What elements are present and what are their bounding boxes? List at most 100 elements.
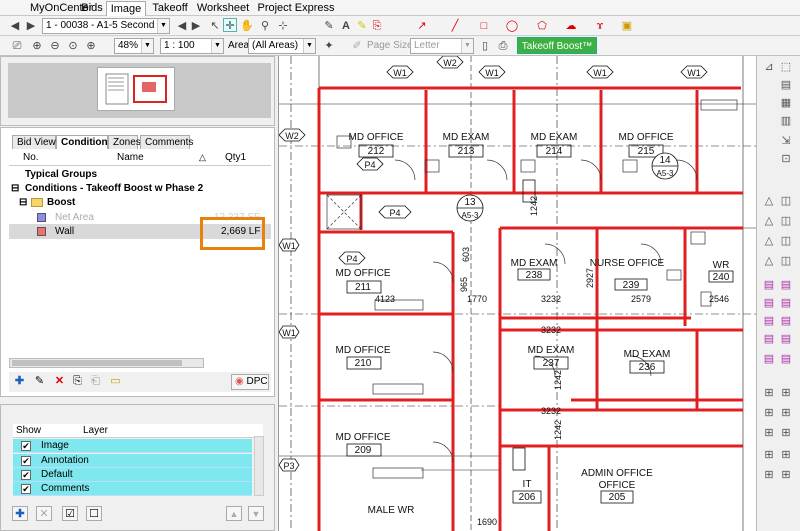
zoom-window-icon[interactable]: ⊙ [66, 39, 80, 53]
doc-icon[interactable]: ▤ [762, 296, 776, 310]
wand-icon[interactable]: ✦ [322, 39, 336, 53]
highlighter-icon[interactable]: ✎ [355, 19, 369, 33]
magic-icon[interactable]: ✎ [322, 19, 336, 33]
takeoff-boost-button[interactable]: Takeoff Boost™ [517, 37, 597, 54]
doc-icon[interactable]: ▤ [762, 278, 776, 292]
delete-layer-icon[interactable]: ✕ [36, 506, 52, 521]
dpc-button[interactable]: ◉ DPC [231, 374, 269, 390]
paste-icon[interactable]: ⎗ [89, 375, 102, 388]
blank-page-icon[interactable]: ▯ [478, 39, 492, 53]
tab-myoncenter[interactable]: MyOnCenter [30, 1, 92, 16]
horizontal-scrollbar[interactable] [9, 358, 204, 368]
zoom-icon[interactable]: ⊕ [84, 39, 98, 53]
copy-icon[interactable]: ⎘ [71, 375, 84, 388]
col-no[interactable]: No. [23, 152, 39, 163]
check-all-icon[interactable]: ☑ [62, 506, 78, 521]
arrow-annot-icon[interactable]: ↗ [415, 19, 429, 33]
delete-icon[interactable]: ✕ [53, 375, 66, 388]
dimension-icon[interactable]: ⊹ [276, 19, 290, 33]
layout-icon[interactable]: ⊞ [762, 406, 776, 420]
tree-conditions-group[interactable]: ⊟ Conditions - Takeoff Boost w Phase 2 [9, 181, 271, 196]
scale-select[interactable]: 1 : 100 ▼ [160, 38, 224, 54]
text-icon[interactable]: A [339, 19, 353, 33]
area-select[interactable]: (All Areas) ▼ [248, 38, 316, 54]
doc-icon[interactable]: ▤ [762, 332, 776, 346]
stamp-icon[interactable]: ⎘ [370, 19, 384, 33]
add-icon[interactable]: ✚ [13, 375, 26, 388]
doc-icon[interactable]: ▤ [779, 332, 793, 346]
select-tool-icon[interactable]: ⬚ [779, 60, 793, 74]
layout-icon[interactable]: ⊞ [762, 426, 776, 440]
fit-page-icon[interactable]: ⎚ [10, 39, 24, 53]
triangle-icon[interactable]: △ [762, 254, 776, 268]
move-down-icon[interactable]: ▼ [248, 506, 264, 521]
layout-icon[interactable]: ⊞ [779, 468, 793, 482]
zoom-select[interactable]: 48% ▼ [114, 38, 154, 54]
move-up-icon[interactable]: ▲ [226, 506, 242, 521]
lock-icon[interactable]: ⊡ [779, 152, 793, 166]
page-thumbnail[interactable] [97, 67, 175, 111]
page-prev-icon[interactable]: ◀ [175, 19, 189, 33]
tab-image[interactable]: Image [106, 1, 146, 16]
layer-checkbox[interactable]: ✔ [21, 456, 31, 466]
col-name[interactable]: Name [117, 152, 144, 163]
tab-conditions[interactable]: Conditions [56, 135, 113, 149]
zoom-out-icon[interactable]: ⊖ [48, 39, 62, 53]
layout-icon[interactable]: ⊞ [779, 406, 793, 420]
tree-typical-groups[interactable]: Typical Groups [9, 167, 271, 182]
triangle-icon[interactable]: △ [762, 234, 776, 248]
folder-open-icon[interactable]: ▭ [109, 375, 122, 388]
layout-icon[interactable]: ⊞ [779, 426, 793, 440]
expand-icon[interactable]: ⇲ [779, 134, 793, 148]
zoom-in-icon[interactable]: ⊕ [30, 39, 44, 53]
layout-icon[interactable]: ⊞ [779, 448, 793, 462]
tab-bids[interactable]: Bids [80, 1, 104, 16]
page-select[interactable]: 1 - 00038 - A1-5 Second ▼ [42, 18, 170, 34]
add-layer-icon[interactable]: ✚ [12, 506, 28, 521]
layout-icon[interactable]: ⊞ [762, 448, 776, 462]
page-next-icon[interactable]: ▶ [189, 19, 203, 33]
tab-project-express[interactable]: Project Express [257, 1, 335, 16]
layer-checkbox[interactable]: ✔ [21, 441, 31, 451]
doc-icon[interactable]: ▤ [762, 352, 776, 366]
cloud-icon[interactable]: ☁ [564, 19, 578, 33]
layer-checkbox[interactable]: ✔ [21, 470, 31, 480]
doc-icon[interactable]: ▤ [779, 352, 793, 366]
doc-icon[interactable]: ▤ [779, 278, 793, 292]
line-annot-icon[interactable]: ╱ [448, 19, 462, 33]
collapse-icon[interactable]: ⊟ [19, 195, 27, 210]
rectangle-icon[interactable]: □ [477, 19, 491, 33]
layer-row[interactable]: ✔ Annotation [13, 454, 252, 468]
scrollbar-thumb[interactable] [12, 360, 182, 366]
tab-comments[interactable]: Comments [140, 135, 193, 149]
print-icon[interactable]: ⎙ [496, 39, 510, 53]
layer-row[interactable]: ✔ Default [13, 468, 252, 482]
square-icon[interactable]: ◫ [779, 194, 793, 208]
square-icon[interactable]: ◫ [779, 254, 793, 268]
layer-row[interactable]: ✔ Image [13, 439, 252, 453]
edit-icon[interactable]: ✎ [33, 375, 46, 388]
layout-icon[interactable]: ⊞ [779, 386, 793, 400]
freehand-icon[interactable]: ɤ [593, 19, 607, 33]
grid-icon[interactable]: ▦ [779, 96, 793, 110]
stack-icon[interactable]: ▥ [779, 114, 793, 128]
eyedropper-icon[interactable]: ⚲ [258, 19, 272, 33]
layer-checkbox[interactable]: ✔ [21, 484, 31, 494]
layers-scrollbar[interactable] [254, 436, 264, 496]
square-icon[interactable]: ◫ [779, 214, 793, 228]
doc-icon[interactable]: ▤ [762, 314, 776, 328]
note-icon[interactable]: ▣ [620, 19, 634, 33]
doc-icon[interactable]: ▤ [779, 314, 793, 328]
forward-icon[interactable]: ▶ [24, 19, 38, 33]
ellipse-icon[interactable]: ◯ [505, 19, 519, 33]
layer-row[interactable]: ✔ Comments [13, 482, 252, 496]
tree-boost-folder[interactable]: ⊟ Boost [9, 195, 271, 210]
layout-icon[interactable]: ⊞ [762, 386, 776, 400]
layer-stack-icon[interactable]: ▤ [779, 78, 793, 92]
tab-worksheet[interactable]: Worksheet [193, 1, 253, 16]
crosshair-icon[interactable]: ✛ [223, 18, 237, 32]
drawing-canvas[interactable]: MD OFFICE 212 MD EXAM 213 MD EXAM 214 MD… [278, 56, 756, 531]
area-tool-icon[interactable]: ⊿ [762, 60, 776, 74]
tab-zones[interactable]: Zones [108, 135, 141, 149]
uncheck-all-icon[interactable]: ☐ [86, 506, 102, 521]
